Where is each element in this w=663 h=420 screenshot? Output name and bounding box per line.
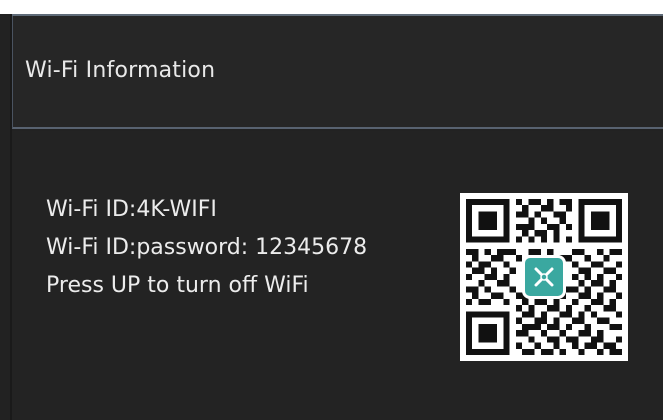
page-title: Wi-Fi Information [25, 58, 216, 83]
wifi-info-panel: Wi-Fi ID:4K-WIFI Wi-Fi ID:password: 1234… [12, 131, 663, 420]
wifi-off-hint: Press UP to turn off WiFi [46, 273, 309, 298]
wifi-password-label: Wi-Fi ID:password: 12345678 [46, 235, 368, 260]
wifi-id-label: Wi-Fi ID:4K-WIFI [46, 197, 217, 222]
wifi-info-text: Wi-Fi ID:4K-WIFI Wi-Fi ID:password: 1234… [46, 191, 367, 305]
app-logo-icon [522, 255, 566, 299]
qr-code-icon [460, 193, 628, 361]
logo-glyph [534, 267, 554, 287]
wifi-info-screen: Wi-Fi Information Wi-Fi ID:4K-WIFI Wi-Fi… [0, 14, 663, 420]
header-bar: Wi-Fi Information [12, 16, 663, 129]
